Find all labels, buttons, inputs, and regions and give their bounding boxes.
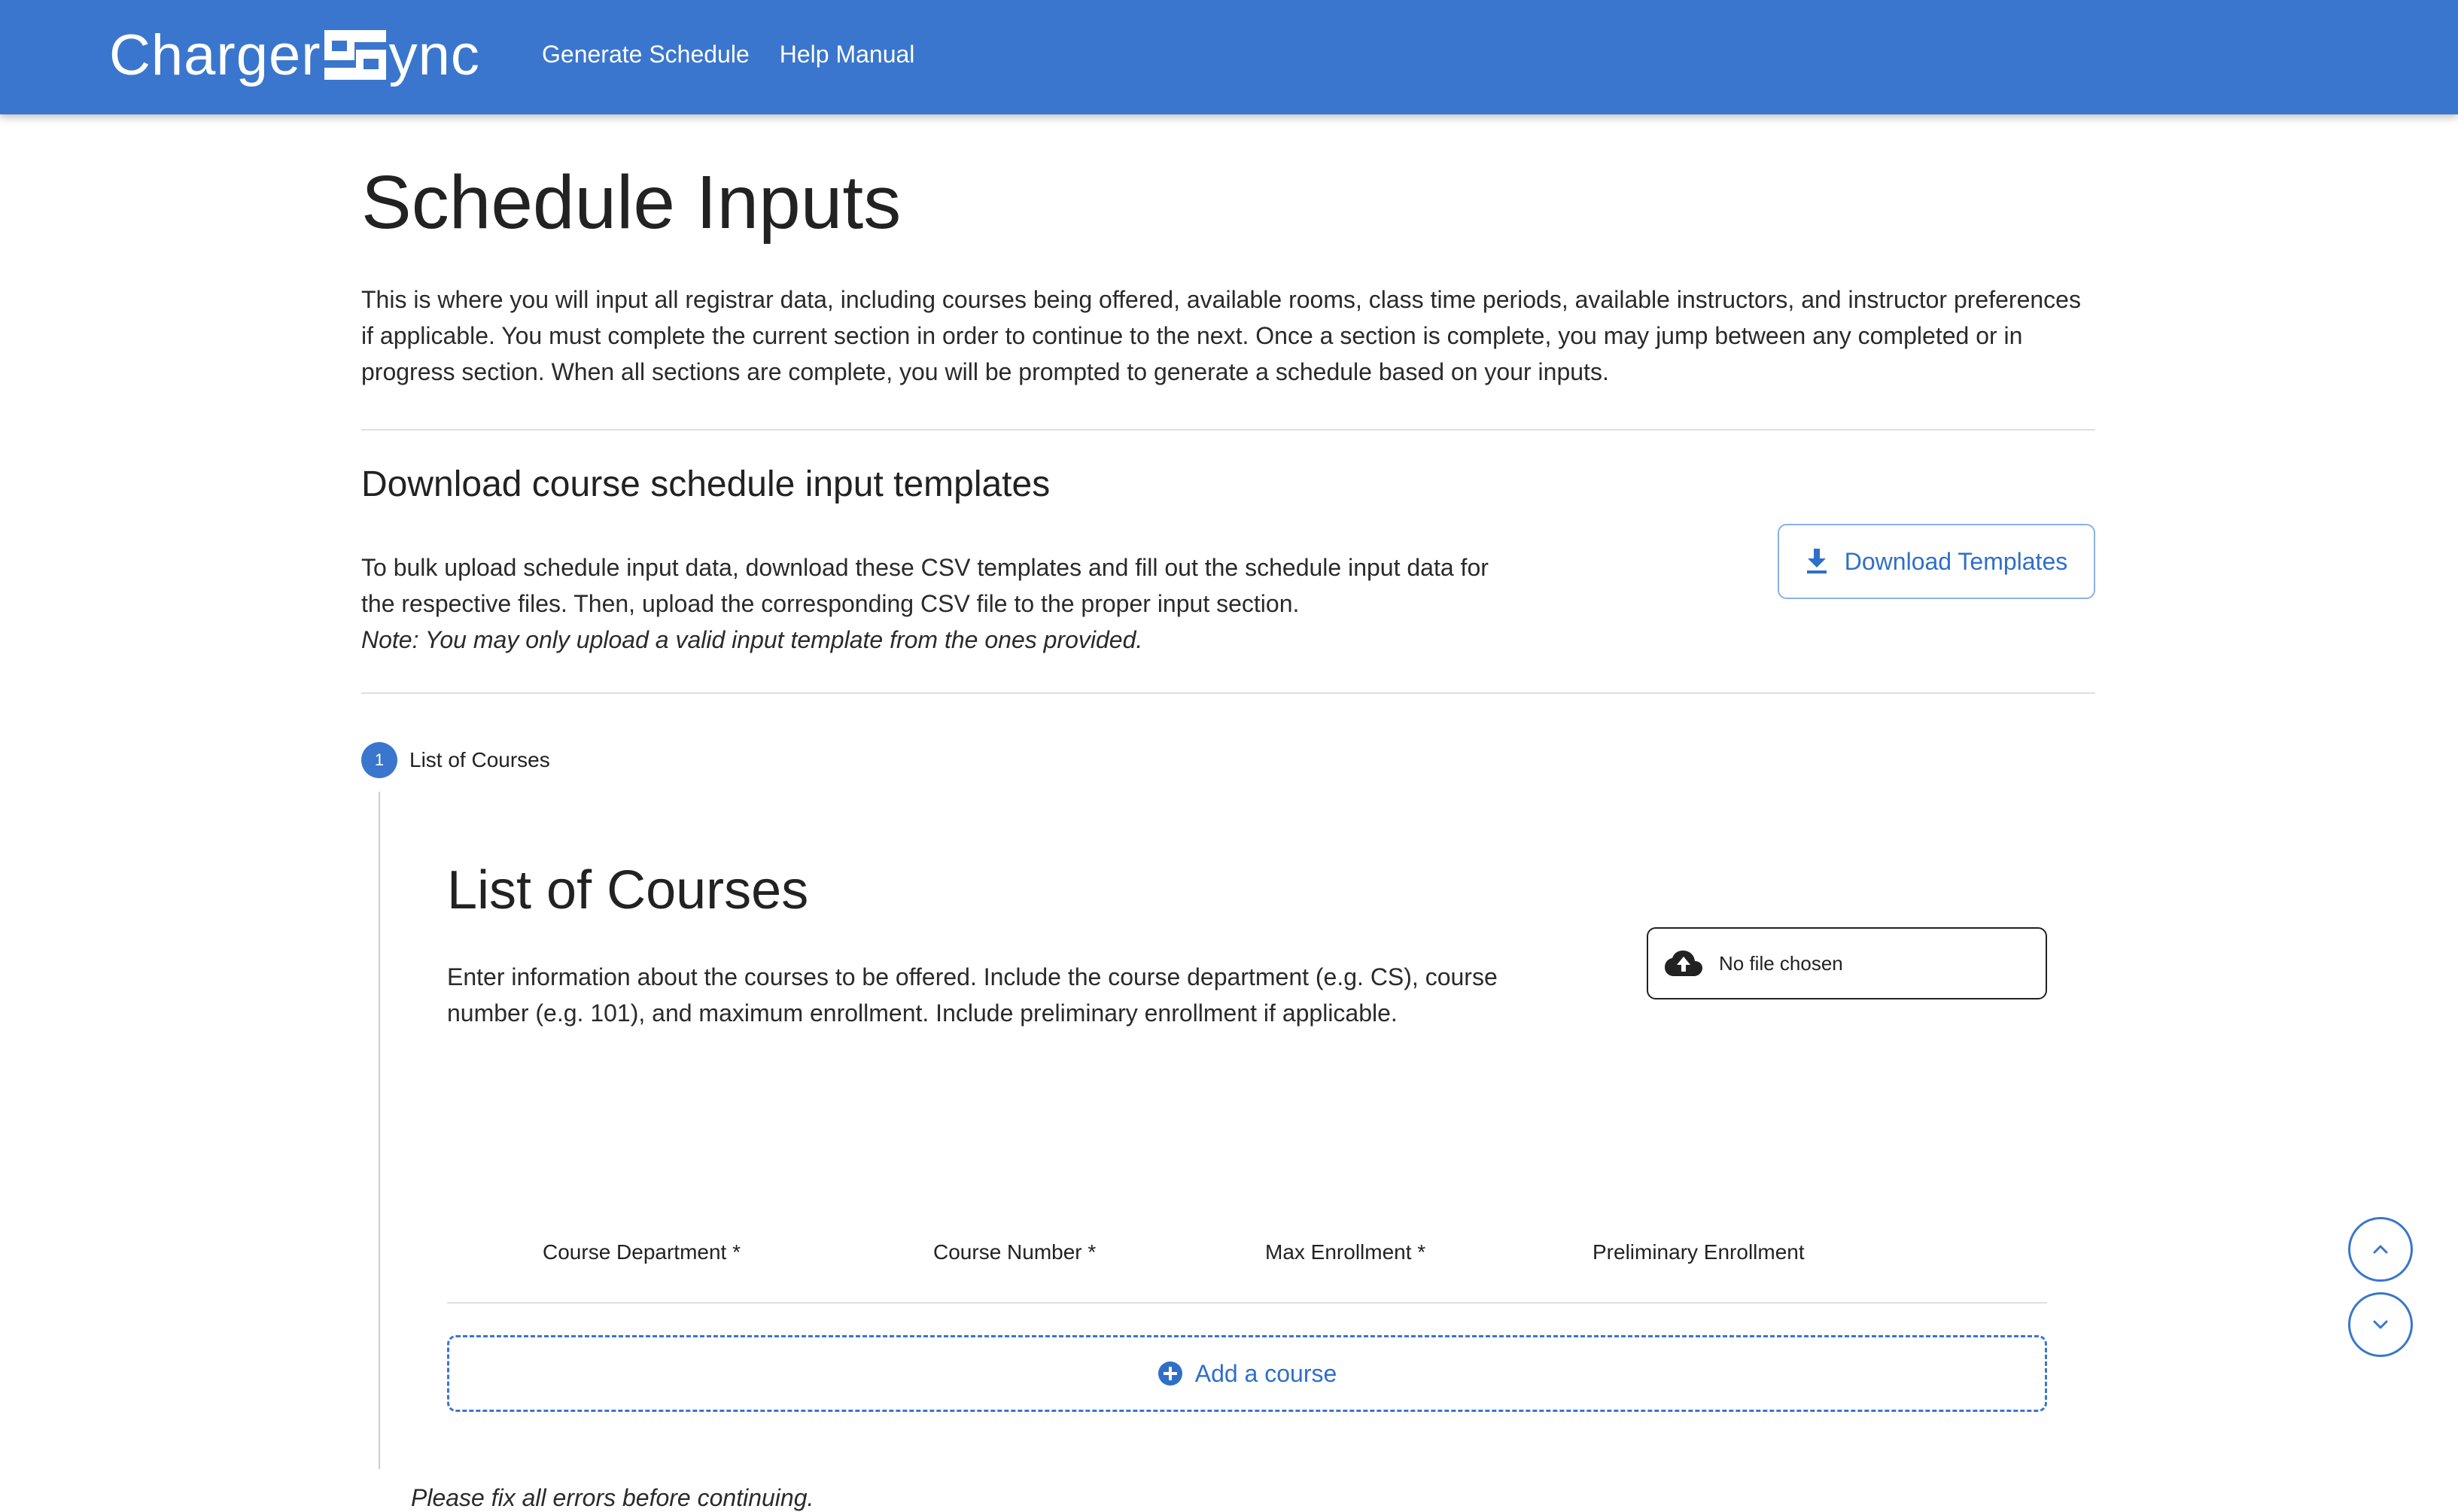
error-message: Please fix all errors before continuing. xyxy=(411,1484,814,1511)
column-header-course-department: Course Department * xyxy=(543,1240,741,1264)
column-header-course-number: Course Number * xyxy=(933,1240,1097,1264)
divider xyxy=(361,429,2095,430)
file-input-status: No file chosen xyxy=(1719,951,1843,975)
download-templates-button[interactable]: Download Templates xyxy=(1778,524,2095,599)
templates-description: To bulk upload schedule input data, down… xyxy=(361,549,1505,658)
download-templates-label: Download Templates xyxy=(1844,547,2068,575)
intro-text: This is where you will input all registr… xyxy=(361,286,2081,385)
templates-note: Note: You may only upload a valid input … xyxy=(361,626,1143,653)
step-label: List of Courses xyxy=(409,748,550,771)
main-nav: Generate Schedule Help Manual xyxy=(542,0,914,108)
chevron-down-icon xyxy=(2373,1320,2388,1329)
courses-title: List of Courses xyxy=(447,860,809,920)
scroll-up-button[interactable] xyxy=(2348,1217,2413,1282)
courses-description: Enter information about the courses to b… xyxy=(447,963,1498,1027)
step-number-badge: 1 xyxy=(361,742,397,778)
templates-heading: Download course schedule input templates xyxy=(361,464,1051,504)
brand-text-right: ync xyxy=(388,23,480,87)
cloud-upload-icon xyxy=(1665,951,1702,976)
logo-mark-icon xyxy=(324,30,386,80)
page-title: Schedule Inputs xyxy=(361,160,902,245)
brand-text-left: Charger xyxy=(109,23,321,87)
brand-logo[interactable]: Charger ync xyxy=(109,21,480,89)
stepper-connector-line xyxy=(379,792,380,1469)
courses-table-header: Course Department * Course Number * Max … xyxy=(447,1240,2047,1304)
chevron-up-icon xyxy=(2373,1245,2388,1254)
add-course-button[interactable]: Add a course xyxy=(447,1335,2047,1412)
column-header-max-enrollment: Max Enrollment * xyxy=(1265,1240,1426,1264)
column-header-preliminary-enrollment: Preliminary Enrollment xyxy=(1593,1240,1805,1264)
plus-circle-icon xyxy=(1158,1361,1182,1386)
nav-generate-schedule[interactable]: Generate Schedule xyxy=(542,41,750,68)
csv-file-input[interactable]: No file chosen xyxy=(1647,927,2047,999)
download-icon xyxy=(1806,549,1827,573)
add-course-label: Add a course xyxy=(1194,1359,1337,1387)
templates-description-text: To bulk upload schedule input data, down… xyxy=(361,554,1489,617)
divider xyxy=(361,692,2095,694)
scroll-down-button[interactable] xyxy=(2348,1292,2413,1357)
top-navbar: Charger ync Generate Schedule Help Manua… xyxy=(0,0,2458,114)
nav-help-manual[interactable]: Help Manual xyxy=(780,41,915,68)
stepper-step-1[interactable]: 1 List of Courses xyxy=(361,742,550,778)
